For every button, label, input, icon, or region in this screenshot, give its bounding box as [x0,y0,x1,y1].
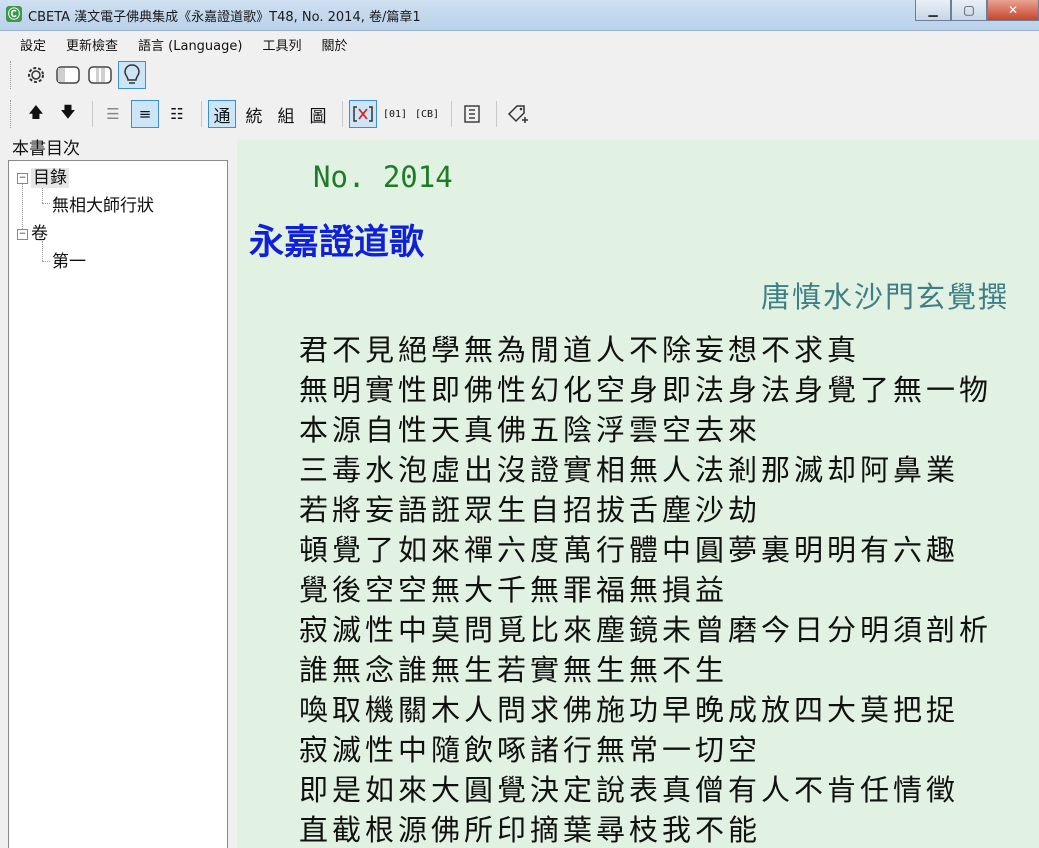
tree-connector [42,203,50,204]
align-justify-icon: ≡ [138,105,152,123]
document-author: 唐慎水沙門玄覺撰 [760,280,1009,314]
menu-toolbar[interactable]: 工具列 [252,35,311,54]
tree-node-label: 目錄 [31,168,69,188]
hint-button[interactable] [118,61,146,89]
verse-line: 覺後空空無大千無罪福無損益 [299,573,729,607]
document-number: No. 2014 [313,160,453,194]
bracket-x-icon [353,106,373,122]
tree-node-biography[interactable]: 無相大師行狀 [52,191,154,216]
settings-button[interactable] [22,61,50,89]
punctuation-button[interactable] [458,100,486,128]
layout-plain-button[interactable]: ☰ [99,100,127,128]
align-lines-icon: ☰ [106,105,120,123]
menu-bar: 設定 更新檢查 語言 (Language) 工具列 關於 [0,32,1039,56]
toolbar-grip[interactable] [10,100,14,128]
toolbar-separator [201,101,202,127]
previous-button[interactable]: 🡅 [22,100,50,128]
mode-tong2-button[interactable]: 統 [240,100,268,128]
mode-tu-button[interactable]: 圖 [304,100,332,128]
tree-connector [42,261,50,262]
layout-original-button[interactable]: ≡ [131,100,159,128]
arrow-up-icon: 🡅 [28,102,44,121]
tree-node-catalog[interactable]: − 目錄 [17,163,69,188]
verse-line: 誰無念誰無生若實無生無不生 [299,653,729,687]
next-button[interactable]: 🡇 [54,100,82,128]
remove-notes-button[interactable] [349,100,377,128]
app-window: Ⓒ CBETA 漢文電子佛典集成《永嘉證道歌》T48, No. 2014, 卷/… [0,0,1039,848]
gear-icon [28,67,44,83]
minimize-button[interactable]: ▁ [915,0,951,21]
cb-code-button[interactable]: [CB] [413,100,441,128]
menu-check-update[interactable]: 更新檢查 [56,35,128,54]
toggle-left-panel-button[interactable] [54,61,82,89]
collapse-icon[interactable]: − [17,172,28,184]
toggle-split-panel-button[interactable] [86,61,114,89]
tree-node-first[interactable]: 第一 [52,247,86,272]
verse-line: 直截根源佛所印摘葉尋枝我不能 [299,813,762,847]
reading-toolbar: 🡅 🡇 ☰ ≡ ☷ 通 統 組 圖 [01] [CB] [10,96,535,132]
toolbar-separator [342,101,343,127]
verse-line: 寂滅性中隨飲啄諸行無常一切空 [299,733,762,767]
verse-line: 三毒水泡虛出沒證實相無人法剎那滅却阿鼻業 [299,453,960,487]
table-of-contents-tree[interactable]: − 目錄 無相大師行狀 − 卷 第一 [8,160,228,848]
toolbar-grip[interactable] [10,61,14,89]
punctuation-icon [464,105,480,123]
verse-line: 頓覺了如來禪六度萬行體中圓夢裏明明有六趣 [299,533,960,567]
toolbar-separator [451,101,452,127]
verse-line: 本源自性天真佛五陰浮雲空去來 [299,413,762,447]
align-bars-icon: ☷ [170,105,184,123]
line-number-button[interactable]: [01] [381,100,409,128]
toolbar-separator [496,101,497,127]
window-title: CBETA 漢文電子佛典集成《永嘉證道歌》T48, No. 2014, 卷/篇章… [28,10,421,25]
cbeta-logo-icon: Ⓒ [6,6,22,22]
mode-zu-button[interactable]: 組 [272,100,300,128]
verse-line: 寂滅性中莫問覓比來塵鏡未曾磨今日分明須剖析 [299,613,993,647]
collapse-icon[interactable]: − [17,228,28,240]
tree-node-label: 卷 [31,224,48,244]
maximize-icon: ▢ [963,3,975,17]
mode-tong-button[interactable]: 通 [208,100,236,128]
verse-line: 無明實性即佛性幻化空身即法身法身覺了無一物 [299,373,993,407]
title-bar[interactable]: Ⓒ CBETA 漢文電子佛典集成《永嘉證道歌》T48, No. 2014, 卷/… [0,0,1039,31]
verse-line: 即是如來大圓覺決定說表真僧有人不肯任情徵 [299,773,960,807]
left-panel-icon [56,66,80,84]
main-toolbar [10,58,150,92]
tree-node-fascicle[interactable]: − 卷 [17,219,48,244]
menu-about[interactable]: 關於 [311,35,357,54]
document-title: 永嘉證道歌 [249,222,425,263]
verse-line: 君不見絕學無為閒道人不除妄想不求真 [299,333,861,367]
split-panel-icon [88,66,112,84]
layout-dense-button[interactable]: ☷ [163,100,191,128]
arrow-down-icon: 🡇 [60,102,76,121]
verse-line: 若將妄語誑眾生自招拔舌塵沙劫 [299,493,762,527]
add-bookmark-button[interactable] [503,100,531,128]
document-viewer[interactable]: No. 2014 永嘉證道歌 唐慎水沙門玄覺撰 君不見絕學無為閒道人不除妄想不求… [237,140,1039,848]
verse-list: 君不見絕學無為閒道人不除妄想不求真 無明實性即佛性幻化空身即法身法身覺了無一物 … [299,330,992,848]
tree-connector [42,241,43,261]
menu-language[interactable]: 語言 (Language) [128,35,252,54]
tag-add-icon [507,105,528,123]
verse-line: 喚取機關木人問求佛施功早晚成放四大莫把捉 [299,693,960,727]
sidebar-title: 本書目次 [12,139,80,159]
lightbulb-icon [124,64,140,84]
menu-settings[interactable]: 設定 [0,35,56,54]
close-button[interactable]: ✕ [987,0,1039,21]
maximize-button[interactable]: ▢ [951,0,987,21]
close-icon: ✕ [1007,3,1019,17]
toolbar-separator [92,101,93,127]
window-controls: ▁ ▢ ✕ [915,0,1039,22]
minimize-icon: ▁ [928,3,938,17]
